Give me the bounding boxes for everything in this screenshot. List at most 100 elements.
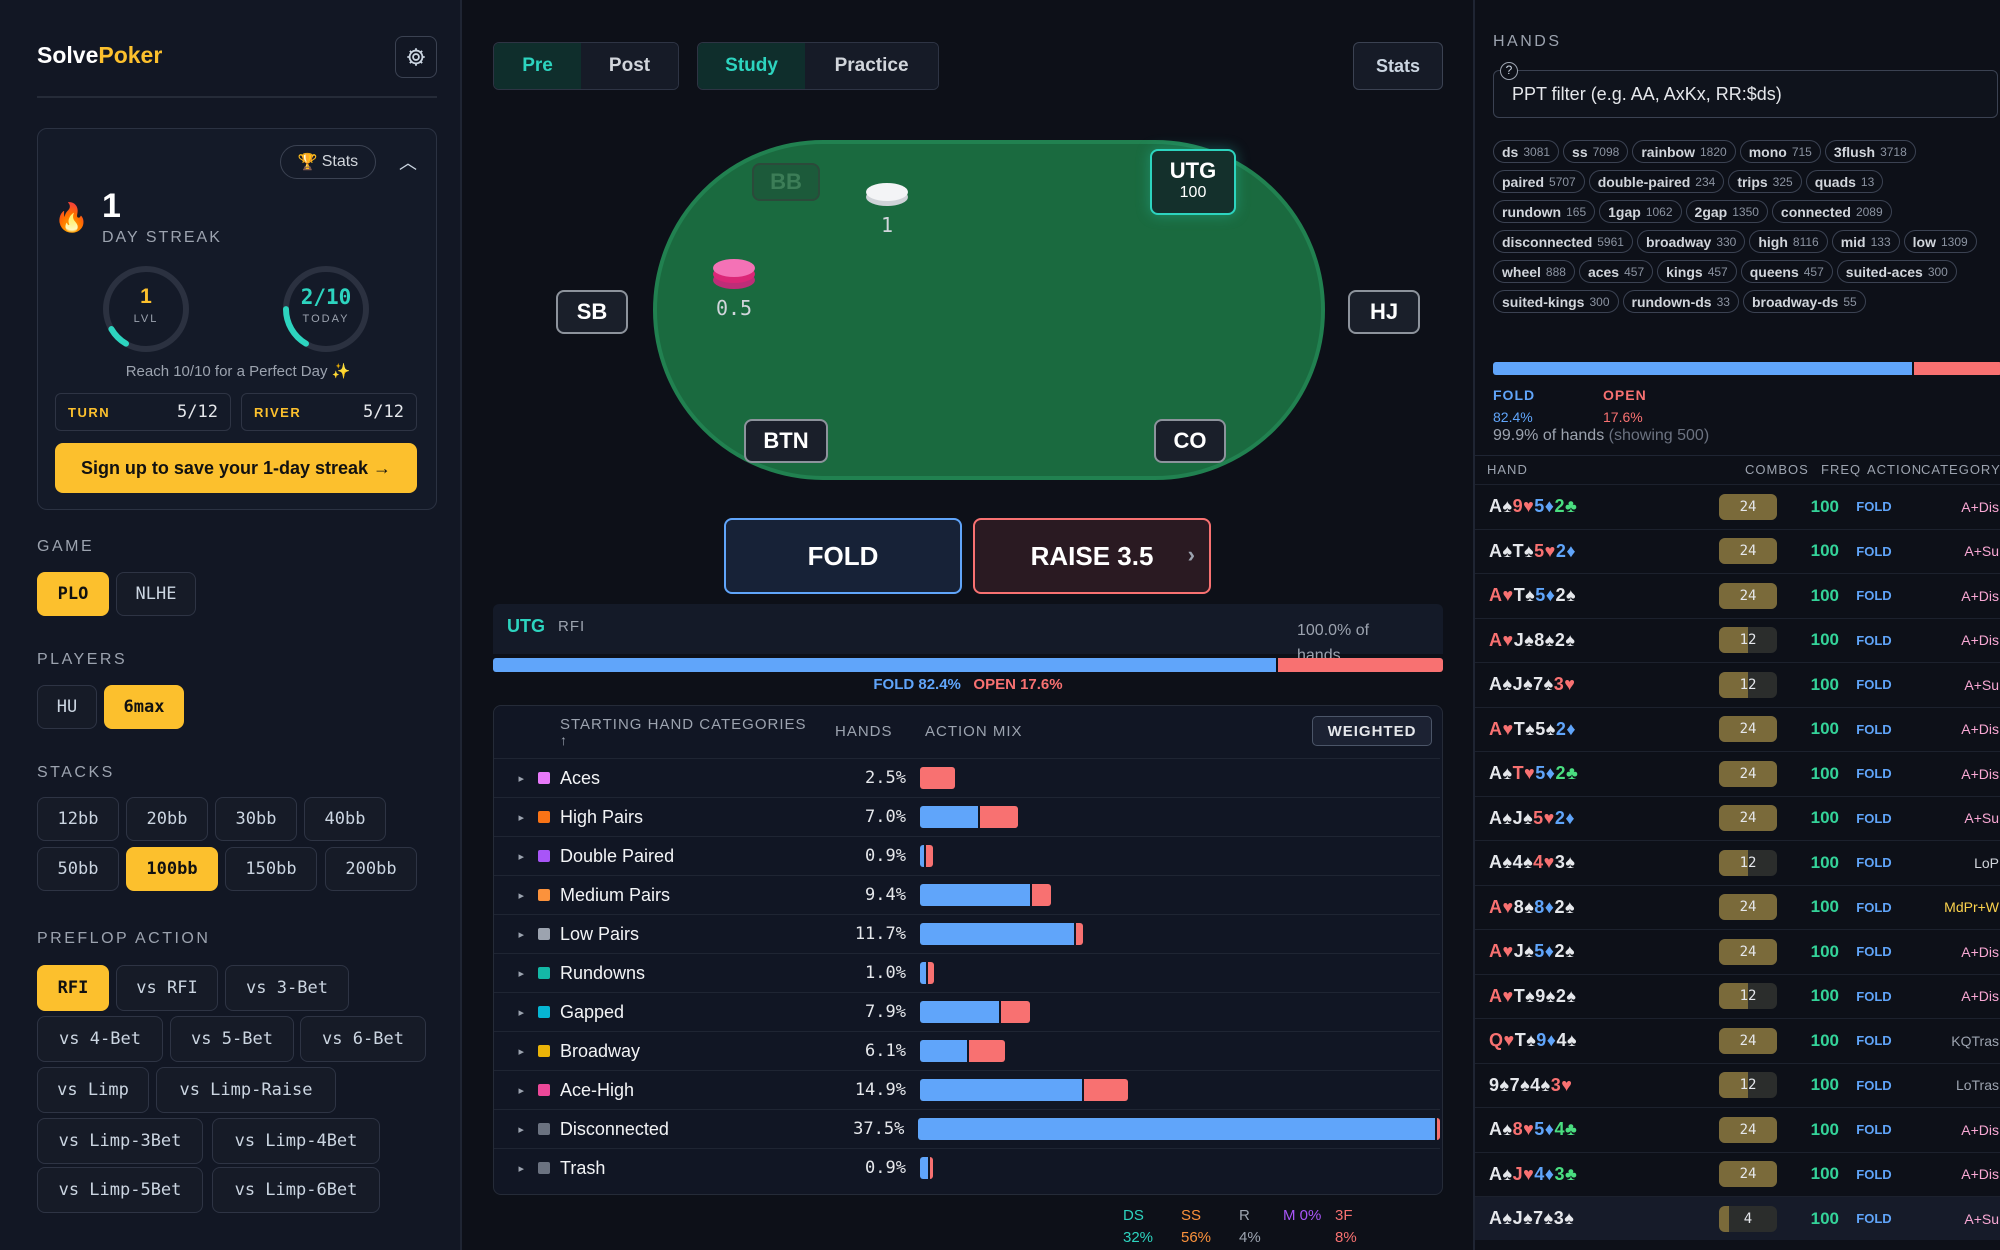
expand-arrow-icon[interactable]: ▸ <box>494 1123 538 1136</box>
stats-button[interactable]: Stats <box>1353 42 1443 90</box>
filter-tag-broadway-ds[interactable]: broadway-ds 55 <box>1742 290 1866 313</box>
option-vs-5-bet[interactable]: vs 5-Bet <box>170 1016 294 1062</box>
filter-tag-ds[interactable]: ds 3081 <box>1493 140 1560 163</box>
tab-post[interactable]: Post <box>581 43 678 89</box>
tab-pre[interactable]: Pre <box>494 43 582 89</box>
filter-tag-aces[interactable]: aces 457 <box>1578 260 1654 283</box>
chevron-up-icon[interactable]: ︿ <box>396 149 420 173</box>
hand-row[interactable]: A♠J♠7♠3♥ 12 100 FOLD A+Su <box>1475 662 2000 706</box>
option-hu[interactable]: HU <box>37 685 97 729</box>
ppt-filter-input[interactable]: PPT filter (e.g. AA, AxKx, RR:$ds) <box>1493 70 1998 118</box>
category-row-low-pairs[interactable]: ▸ Low Pairs 11.7% <box>494 914 1440 953</box>
expand-arrow-icon[interactable]: ▸ <box>494 850 538 863</box>
filter-tag-quads[interactable]: quads 13 <box>1805 170 1884 193</box>
option-vs-4-bet[interactable]: vs 4-Bet <box>37 1016 163 1062</box>
option-rfi[interactable]: RFI <box>37 965 109 1011</box>
filter-tag-2gap[interactable]: 2gap 1350 <box>1685 200 1768 223</box>
hand-row[interactable]: A♥T♠9♠2♠ 12 100 FOLD A+Dis <box>1475 973 2000 1018</box>
option-20bb[interactable]: 20bb <box>126 797 208 841</box>
weighted-toggle[interactable]: WEIGHTED <box>1312 716 1432 746</box>
expand-arrow-icon[interactable]: ▸ <box>494 1084 538 1097</box>
filter-tag-suited-kings[interactable]: suited-kings 300 <box>1493 290 1619 313</box>
settings-button[interactable] <box>395 36 437 78</box>
option-plo[interactable]: PLO <box>37 572 109 616</box>
raise-button[interactable]: RAISE 3.5 › <box>973 518 1211 594</box>
filter-tag-paired[interactable]: paired 5707 <box>1493 170 1585 193</box>
filter-tag-connected[interactable]: connected 2089 <box>1771 200 1892 223</box>
filter-tag-double-paired[interactable]: double-paired 234 <box>1588 170 1725 193</box>
expand-arrow-icon[interactable]: ▸ <box>494 889 538 902</box>
category-row-ace-high[interactable]: ▸ Ace-High 14.9% <box>494 1070 1440 1109</box>
hand-row[interactable]: A♥J♠5♦2♠ 24 100 FOLD A+Dis <box>1475 929 2000 973</box>
tab-study[interactable]: Study <box>698 43 806 89</box>
filter-tag-suited-aces[interactable]: suited-aces 300 <box>1836 260 1957 283</box>
category-row-double-paired[interactable]: ▸ Double Paired 0.9% <box>494 836 1440 875</box>
signup-cta-button[interactable]: Sign up to save your 1-day streak → <box>55 443 417 493</box>
category-row-disconnected[interactable]: ▸ Disconnected 37.5% <box>494 1109 1441 1148</box>
option-6max[interactable]: 6max <box>104 685 184 729</box>
option-vs-limp-4bet[interactable]: vs Limp-4Bet <box>212 1118 380 1164</box>
expand-arrow-icon[interactable]: ▸ <box>494 928 538 941</box>
col-categories[interactable]: STARTING HAND CATEGORIES <box>560 716 807 733</box>
hand-row[interactable]: A♥8♠8♦2♠ 24 100 FOLD MdPr+W <box>1475 884 2000 929</box>
hand-row[interactable]: A♠J♠7♠3♠ 4 100 FOLD A+Su <box>1475 1196 2000 1240</box>
filter-tag-disconnected[interactable]: disconnected 5961 <box>1493 230 1633 253</box>
hand-row[interactable]: A♠4♠4♥3♠ 12 100 FOLD LoP <box>1475 840 2000 884</box>
option-100bb[interactable]: 100bb <box>126 847 218 891</box>
col-action[interactable]: ACTION <box>1867 462 1922 477</box>
filter-tag-rainbow[interactable]: rainbow 1820 <box>1632 140 1736 163</box>
expand-arrow-icon[interactable]: ▸ <box>494 1045 538 1058</box>
filter-tag-queens[interactable]: queens 457 <box>1740 260 1833 283</box>
hand-row[interactable]: 9♠7♠4♠3♥ 12 100 FOLD LoTras <box>1475 1062 2000 1107</box>
option-40bb[interactable]: 40bb <box>304 797 386 841</box>
category-row-rundowns[interactable]: ▸ Rundowns 1.0% <box>494 953 1440 992</box>
filter-tag-rundown[interactable]: rundown 165 <box>1493 200 1596 223</box>
col-combos[interactable]: COMBOS <box>1745 462 1809 477</box>
category-row-trash[interactable]: ▸ Trash 0.9% <box>494 1148 1440 1187</box>
option-vs-limp-5bet[interactable]: vs Limp-5Bet <box>37 1167 203 1213</box>
category-row-high-pairs[interactable]: ▸ High Pairs 7.0% <box>494 797 1440 836</box>
expand-arrow-icon[interactable]: ▸ <box>494 772 538 785</box>
filter-tag-1gap[interactable]: 1gap 1062 <box>1599 200 1682 223</box>
expand-arrow-icon[interactable]: ▸ <box>494 967 538 980</box>
tab-practice[interactable]: Practice <box>805 43 938 89</box>
help-icon[interactable]: ? <box>1500 62 1518 80</box>
hand-row[interactable]: A♠J♠5♥2♦ 24 100 FOLD A+Su <box>1475 795 2000 840</box>
option-vs-limp-6bet[interactable]: vs Limp-6Bet <box>212 1167 380 1213</box>
option-vs-limp[interactable]: vs Limp <box>37 1067 149 1113</box>
option-vs-rfi[interactable]: vs RFI <box>116 965 218 1011</box>
hand-row[interactable]: A♠T♥5♦2♣ 24 100 FOLD A+Dis <box>1475 751 2000 795</box>
filter-tag-kings[interactable]: kings 457 <box>1657 260 1737 283</box>
hand-row[interactable]: A♠9♥5♦2♣ 24 100 FOLD A+Dis <box>1475 484 2000 528</box>
filter-tag-ss[interactable]: ss 7098 <box>1563 140 1629 163</box>
col-freq[interactable]: FREQ <box>1821 462 1861 477</box>
hand-row[interactable]: A♠J♥4♦3♣ 24 100 FOLD A+Dis <box>1475 1151 2000 1196</box>
hand-row[interactable]: A♥T♠5♦2♠ 24 100 FOLD A+Dis <box>1475 573 2000 617</box>
option-30bb[interactable]: 30bb <box>215 797 297 841</box>
expand-arrow-icon[interactable]: ▸ <box>494 1006 538 1019</box>
option-50bb[interactable]: 50bb <box>37 847 119 891</box>
hand-row[interactable]: A♥T♠5♠2♦ 24 100 FOLD A+Dis <box>1475 706 2000 751</box>
option-vs-limp-3bet[interactable]: vs Limp-3Bet <box>37 1118 203 1164</box>
category-row-medium-pairs[interactable]: ▸ Medium Pairs 9.4% <box>494 875 1440 914</box>
fold-button[interactable]: FOLD <box>724 518 962 594</box>
option-vs-6-bet[interactable]: vs 6-Bet <box>300 1016 426 1062</box>
hand-row[interactable]: A♠8♥5♦4♣ 24 100 FOLD A+Dis <box>1475 1107 2000 1151</box>
filter-tag-trips[interactable]: trips 325 <box>1728 170 1802 193</box>
filter-tag-rundown-ds[interactable]: rundown-ds 33 <box>1622 290 1739 313</box>
option-200bb[interactable]: 200bb <box>325 847 417 891</box>
filter-tag-wheel[interactable]: wheel 888 <box>1493 260 1575 283</box>
filter-tag-mid[interactable]: mid 133 <box>1831 230 1900 253</box>
option-vs-3-bet[interactable]: vs 3-Bet <box>225 965 349 1011</box>
category-row-aces[interactable]: ▸ Aces 2.5% <box>494 758 1440 797</box>
hand-row[interactable]: A♠T♠5♥2♦ 24 100 FOLD A+Su <box>1475 528 2000 573</box>
option-nlhe[interactable]: NLHE <box>116 572 196 616</box>
streak-stats-button[interactable]: 🏆 Stats <box>280 145 376 179</box>
filter-tag-3flush[interactable]: 3flush 3718 <box>1824 140 1916 163</box>
filter-tag-low[interactable]: low 1309 <box>1903 230 1977 253</box>
hand-row[interactable]: A♥J♠8♠2♠ 12 100 FOLD A+Dis <box>1475 617 2000 662</box>
expand-arrow-icon[interactable]: ▸ <box>494 811 538 824</box>
category-row-broadway[interactable]: ▸ Broadway 6.1% <box>494 1031 1440 1070</box>
filter-tag-high[interactable]: high 8116 <box>1749 230 1828 253</box>
hand-row[interactable]: Q♥T♠9♦4♠ 24 100 FOLD KQTras <box>1475 1018 2000 1062</box>
